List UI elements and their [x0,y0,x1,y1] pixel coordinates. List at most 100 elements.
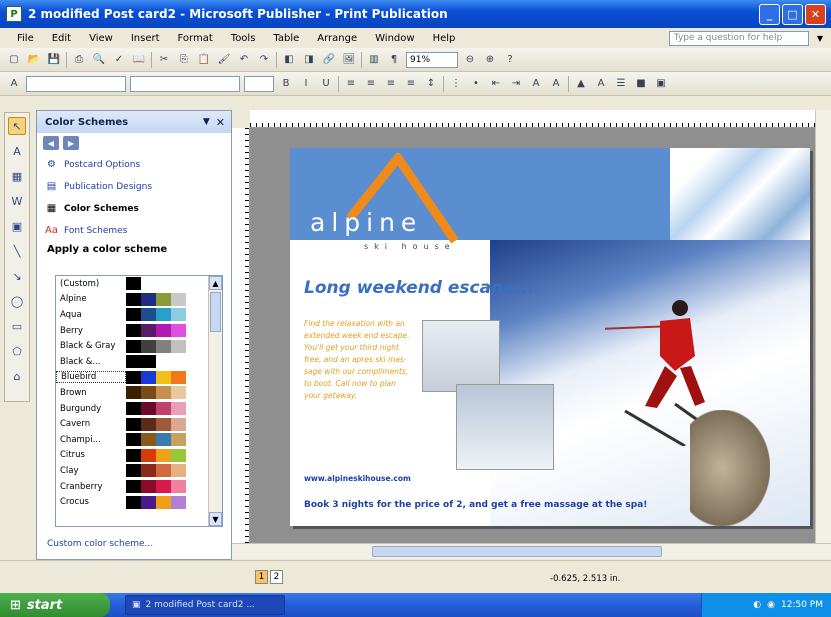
scheme-row[interactable]: Cavern [56,416,222,432]
picture-frame-icon[interactable]: ▣ [8,217,26,235]
tray-volume-icon[interactable]: ◉ [767,600,775,610]
scheme-row[interactable]: Black &... [56,354,222,370]
start-button[interactable]: ⊞ start [0,593,110,617]
print-icon[interactable]: ⎙ [71,52,87,68]
page-2-button[interactable]: 2 [270,570,283,584]
forward-icon[interactable]: ▶ [63,136,79,150]
link-color-schemes[interactable]: ▦ Color Schemes [37,197,231,219]
align-left-icon[interactable]: ≡ [343,76,359,92]
scheme-list-scrollbar[interactable]: ▲ ▼ [208,276,222,526]
design-gallery-icon[interactable]: ⌂ [8,367,26,385]
decrease-indent-icon[interactable]: ⇤ [488,76,504,92]
align-right-icon[interactable]: ≡ [383,76,399,92]
zoom-combo[interactable]: 91% [406,51,458,68]
zoom-out-icon[interactable]: ⊖ [462,52,478,68]
postcard-body-text[interactable]: Find the relaxation with an extended wee… [304,318,412,402]
scheme-row[interactable]: Clay [56,463,222,479]
vertical-scrollbar[interactable] [815,110,831,543]
zoom-in-icon[interactable]: ⊕ [482,52,498,68]
justify-icon[interactable]: ≡ [403,76,419,92]
scheme-row[interactable]: Berry [56,323,222,339]
scheme-row[interactable]: (Custom) [56,276,222,292]
line-spacing-icon[interactable]: ↕ [423,76,439,92]
back-icon[interactable]: ◀ [43,136,59,150]
custom-color-scheme-link[interactable]: Custom color scheme... [47,539,153,549]
show-formatting-icon[interactable]: ¶ [386,52,402,68]
increase-indent-icon[interactable]: ⇥ [508,76,524,92]
menu-format[interactable]: Format [169,33,222,44]
help-question-input[interactable]: Type a question for help [668,30,809,46]
decrease-font-icon[interactable]: A [528,76,544,92]
save-icon[interactable]: 💾 [46,52,62,68]
undo-icon[interactable]: ↶ [236,52,252,68]
scroll-up-icon[interactable]: ▲ [209,276,222,290]
autoshapes-icon[interactable]: ⬠ [8,342,26,360]
maximize-button[interactable]: □ [782,3,803,25]
postcard-promo[interactable]: Book 3 nights for the price of 2, and ge… [304,500,647,510]
text-box-icon[interactable]: A [8,142,26,160]
insert-table-icon[interactable]: ▦ [8,167,26,185]
format-painter-icon[interactable]: 🖌 [216,52,232,68]
arrow-icon[interactable]: ↘ [8,267,26,285]
link-publication-designs[interactable]: ▤ Publication Designs [37,175,231,197]
bullets-icon[interactable]: • [468,76,484,92]
send-to-back-icon[interactable]: ◨ [301,52,317,68]
scheme-row[interactable]: Brown [56,385,222,401]
menu-arrange[interactable]: Arrange [308,33,366,44]
print-preview-icon[interactable]: 🔍 [91,52,107,68]
help-dropdown-icon[interactable]: ▼ [817,34,823,43]
cut-icon[interactable]: ✂ [156,52,172,68]
menu-view[interactable]: View [80,33,122,44]
fill-color-icon[interactable]: ▲ [573,76,589,92]
snowy-mountain-photo[interactable] [670,148,810,240]
open-icon[interactable]: 📂 [26,52,42,68]
color-scheme-list[interactable]: (Custom) Alpine Aqua Berry Black & Gray Black… [55,275,223,527]
menu-edit[interactable]: Edit [43,33,80,44]
shadow-icon[interactable]: ■ [633,76,649,92]
scroll-down-icon[interactable]: ▼ [209,512,222,526]
link-postcard-options[interactable]: ⚙ Postcard Options [37,153,231,175]
redo-icon[interactable]: ↷ [256,52,272,68]
paste-icon[interactable]: 📋 [196,52,212,68]
link-font-schemes[interactable]: Aa Font Schemes [37,219,231,241]
columns-icon[interactable]: ▥ [366,52,382,68]
taskbar-publisher-task[interactable]: ▣ 2 modified Post card2 ... [125,595,285,615]
postcard-website[interactable]: www.alpineskihouse.com [304,474,411,483]
horizontal-ruler[interactable] [250,110,815,128]
scheme-row[interactable]: Alpine [56,292,222,308]
line-icon[interactable]: ╲ [8,242,26,260]
research-icon[interactable]: 📖 [131,52,147,68]
scheme-row[interactable]: Citrus [56,448,222,464]
vertical-ruler[interactable] [232,128,250,543]
postcard-page[interactable]: alpine ski house Long weekend escape... … [290,148,810,526]
insert-picture-icon[interactable]: 🖼 [341,52,357,68]
publisher-app-icon[interactable]: P [6,6,22,22]
spelling-icon[interactable]: ✓ [111,52,127,68]
menu-tools[interactable]: Tools [222,33,265,44]
insert-hyperlink-icon[interactable]: 🔗 [321,52,337,68]
font-color-icon[interactable]: A [593,76,609,92]
copy-icon[interactable]: ⎘ [176,52,192,68]
tray-network-icon[interactable]: ◐ [753,600,761,610]
font-combo[interactable] [130,75,240,92]
rectangle-icon[interactable]: ▭ [8,317,26,335]
menu-table[interactable]: Table [264,33,308,44]
scheme-row[interactable]: Burgundy [56,401,222,417]
align-center-icon[interactable]: ≡ [363,76,379,92]
horizontal-scroll-thumb[interactable] [372,546,662,557]
underline-icon[interactable]: U [318,76,334,92]
postcard-headline[interactable]: Long weekend escape... [304,278,534,298]
new-icon[interactable]: ▢ [6,52,22,68]
task-pane-close-icon[interactable]: ✕ [216,116,225,129]
styles-icon[interactable]: A [6,76,22,92]
menu-window[interactable]: Window [366,33,423,44]
page-1-button[interactable]: 1 [255,570,268,584]
bring-to-front-icon[interactable]: ◧ [281,52,297,68]
increase-font-icon[interactable]: A [548,76,564,92]
oval-icon[interactable]: ◯ [8,292,26,310]
scheme-row[interactable]: Bluebird [56,370,222,386]
minimize-button[interactable]: _ [759,3,780,25]
numbering-icon[interactable]: ⋮ [448,76,464,92]
menu-help[interactable]: Help [424,33,465,44]
horizontal-scrollbar[interactable] [232,543,831,559]
